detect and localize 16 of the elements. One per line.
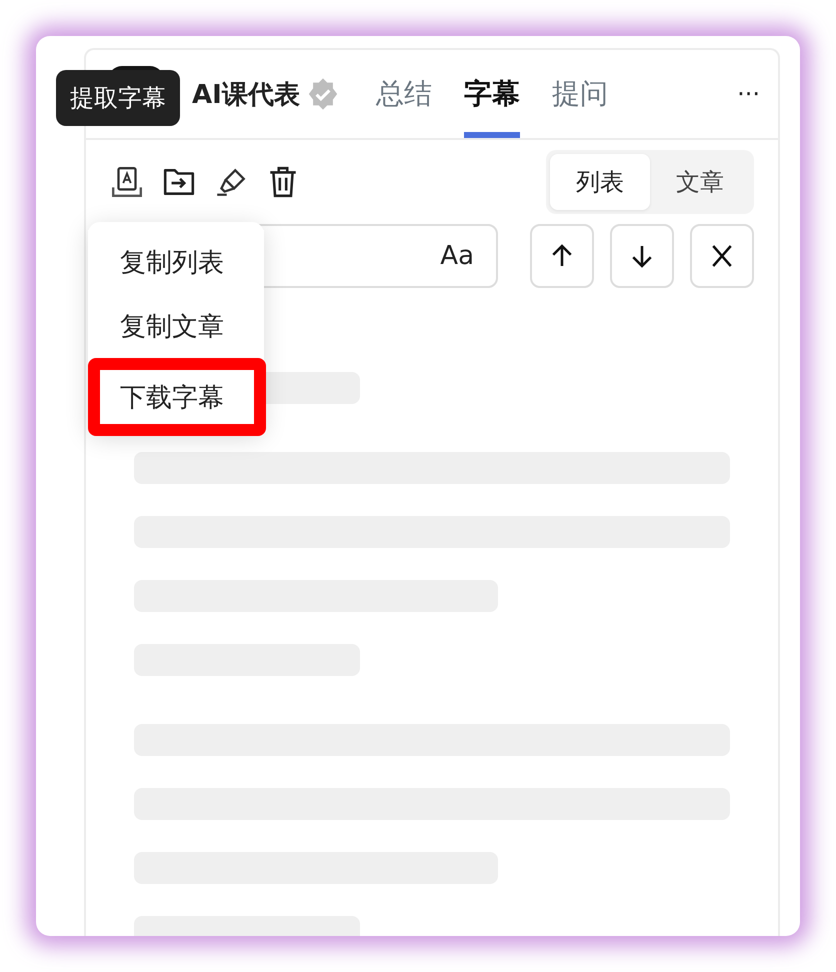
next-button[interactable]	[610, 224, 674, 288]
tab[interactable]: 总结	[376, 50, 432, 138]
more-button[interactable]: ···	[737, 80, 760, 108]
subtitle-icon[interactable]	[110, 165, 144, 199]
previous-button[interactable]	[530, 224, 594, 288]
view-option[interactable]: 文章	[650, 154, 750, 210]
font-size-button[interactable]: Aa	[440, 241, 474, 271]
tab[interactable]: 字幕	[464, 50, 520, 138]
menu-item[interactable]: 复制列表	[88, 230, 264, 294]
close-button[interactable]	[690, 224, 754, 288]
menu-item[interactable]: 下载字幕	[88, 358, 266, 436]
tooltip: 提取字幕	[56, 70, 180, 126]
view-option[interactable]: 列表	[550, 154, 650, 210]
app-title: AI课代表	[192, 78, 300, 112]
menu-item[interactable]: 复制文章	[88, 294, 264, 358]
tab[interactable]: 提问	[552, 50, 608, 138]
